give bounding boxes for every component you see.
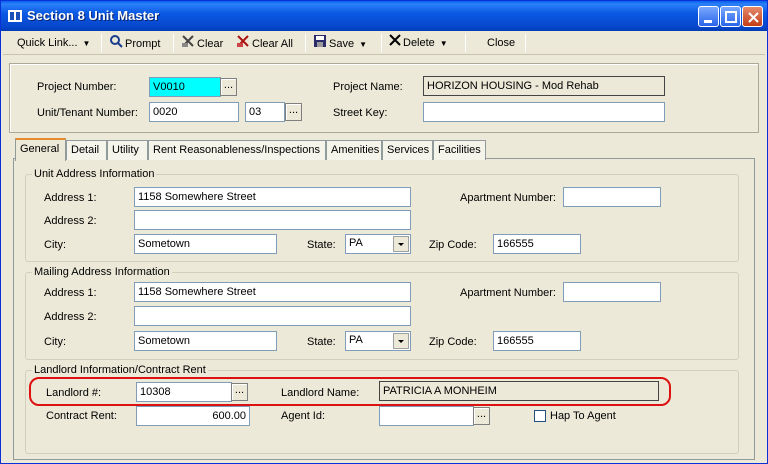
title-bar[interactable]: Section 8 Unit Master — [1, 1, 767, 31]
delete-label: Delete — [403, 37, 435, 49]
close-label: Close — [487, 37, 516, 49]
prompt-label: Prompt — [125, 37, 161, 50]
main-window: Section 8 Unit Master Quick Link... ▼ Pro… — [0, 0, 768, 464]
mail-zip-field[interactable]: 166555 — [493, 331, 581, 351]
unit-address2-field[interactable] — [134, 210, 411, 230]
maximize-button[interactable] — [720, 6, 741, 27]
mail-apt-field[interactable] — [563, 282, 661, 302]
mail-zip-label: Zip Code: — [429, 336, 477, 348]
landlord-lookup-button[interactable]: ... — [231, 383, 248, 401]
agent-lookup-button[interactable]: ... — [473, 407, 490, 425]
landlord-name-label: Landlord Name: — [281, 387, 360, 399]
delete-button[interactable]: Delete ▼ — [389, 34, 448, 52]
mail-city-field[interactable]: Sometown — [134, 331, 277, 351]
toolbar-separator — [465, 34, 466, 52]
landlord-number-field[interactable]: 10308 — [136, 382, 232, 402]
tab-utility[interactable]: Utility — [107, 140, 148, 160]
tab-rent-reasonableness[interactable]: Rent Reasonableness/Inspections — [148, 140, 326, 160]
quick-link-button[interactable]: Quick Link... ▼ — [17, 34, 90, 52]
project-name-label: Project Name: — [333, 81, 403, 93]
agent-id-label: Agent Id: — [281, 410, 326, 422]
minimize-button[interactable] — [698, 6, 719, 27]
project-lookup-button[interactable]: ... — [220, 78, 237, 96]
unit-address1-field[interactable]: 1158 Somewhere Street — [134, 187, 411, 207]
prompt-button[interactable]: Prompt — [109, 34, 160, 52]
project-number-field[interactable]: V0010 — [149, 77, 221, 97]
mail-state-value: PA — [349, 334, 363, 346]
mail-apt-label: Apartment Number: — [460, 287, 556, 299]
project-number-label: Project Number: — [37, 81, 117, 93]
toolbar-separator — [381, 34, 382, 52]
tab-detail[interactable]: Detail — [66, 140, 107, 160]
mail-city-label: City: — [44, 336, 66, 348]
unit-zip-field[interactable]: 166555 — [493, 234, 581, 254]
unit-address-title: Unit Address Information — [32, 168, 157, 180]
toolbar-separator — [173, 34, 174, 52]
mail-state-select[interactable]: PA — [345, 331, 411, 351]
unit-city-field[interactable]: Sometown — [134, 234, 277, 254]
hap-to-agent-checkbox[interactable] — [534, 410, 546, 422]
toolbar-separator — [305, 34, 306, 52]
hap-to-agent-label: Hap To Agent — [550, 410, 616, 422]
unit-state-label: State: — [307, 239, 336, 251]
save-label: Save — [329, 37, 355, 50]
project-name-field: HORIZON HOUSING - Mod Rehab — [423, 76, 665, 96]
mail-state-label: State: — [307, 336, 336, 348]
unit-state-select[interactable]: PA — [345, 234, 411, 254]
clear-all-icon — [236, 34, 250, 54]
street-key-label: Street Key: — [333, 107, 388, 119]
street-key-field[interactable] — [423, 102, 665, 122]
unit-apt-label: Apartment Number: — [460, 192, 556, 204]
mail-address2-field[interactable] — [134, 306, 411, 326]
unit-state-value: PA — [349, 237, 363, 249]
floppy-disk-icon — [313, 34, 327, 54]
tab-services[interactable]: Services — [382, 140, 433, 160]
clear-icon — [181, 34, 195, 54]
mail-address1-label: Address 1: — [44, 287, 97, 299]
mail-address1-field[interactable]: 1158 Somewhere Street — [134, 282, 411, 302]
quick-link-label: Quick Link... — [17, 37, 78, 49]
toolbar: Quick Link... ▼ Prompt Clear Clear All Sa… — [3, 31, 765, 55]
unit-city-label: City: — [44, 239, 66, 251]
dropdown-arrow-icon: ▼ — [439, 39, 448, 48]
delete-x-icon — [389, 34, 401, 52]
tenant-number-field[interactable]: 03 — [245, 102, 285, 122]
unit-address1-label: Address 1: — [44, 192, 97, 204]
unit-tenant-label: Unit/Tenant Number: — [37, 107, 138, 119]
mail-address2-label: Address 2: — [44, 311, 97, 323]
close-button[interactable]: Close — [487, 34, 515, 52]
unit-lookup-button[interactable]: ... — [285, 103, 302, 121]
clear-all-label: Clear All — [252, 37, 293, 50]
contract-rent-field[interactable]: 600.00 — [136, 406, 250, 426]
tab-general[interactable]: General — [15, 138, 66, 161]
app-icon — [7, 8, 23, 24]
landlord-title: Landlord Information/Contract Rent — [32, 364, 208, 376]
unit-apt-field[interactable] — [563, 187, 661, 207]
header-panel — [9, 63, 759, 133]
clear-button[interactable]: Clear — [181, 34, 223, 52]
tab-amenities[interactable]: Amenities — [326, 140, 382, 160]
dropdown-arrow-icon: ▼ — [359, 39, 367, 49]
unit-address2-label: Address 2: — [44, 215, 97, 227]
magnifier-icon — [109, 34, 123, 54]
clear-label: Clear — [197, 37, 224, 50]
landlord-number-label: Landlord #: — [46, 387, 102, 399]
chevron-down-icon[interactable] — [393, 333, 409, 349]
window-title: Section 8 Unit Master — [27, 8, 160, 23]
unit-number-field[interactable]: 0020 — [149, 102, 239, 122]
landlord-name-field: PATRICIA A MONHEIM — [379, 381, 659, 401]
toolbar-separator — [101, 34, 102, 52]
chevron-down-icon[interactable] — [393, 236, 409, 252]
unit-zip-label: Zip Code: — [429, 239, 477, 251]
agent-id-field[interactable] — [379, 406, 474, 426]
mailing-address-title: Mailing Address Information — [32, 266, 172, 278]
contract-rent-label: Contract Rent: — [46, 410, 117, 422]
toolbar-separator — [525, 34, 526, 52]
clear-all-button[interactable]: Clear All — [236, 34, 293, 52]
close-window-button[interactable] — [742, 6, 763, 27]
tab-facilities[interactable]: Facilities — [433, 140, 486, 160]
save-button[interactable]: Save ▼ — [313, 34, 367, 52]
dropdown-arrow-icon: ▼ — [82, 39, 91, 48]
